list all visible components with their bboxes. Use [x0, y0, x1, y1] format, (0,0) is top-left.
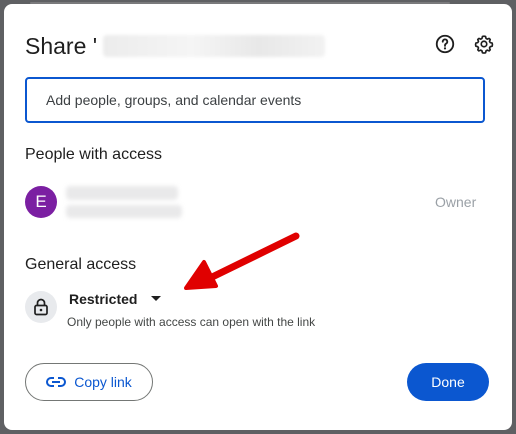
lock-icon [34, 298, 48, 316]
gear-icon [474, 35, 494, 54]
copy-link-label: Copy link [74, 374, 132, 390]
caret-down-icon [151, 296, 162, 302]
avatar: E [25, 186, 57, 218]
general-access-description: Only people with access can open with th… [67, 315, 316, 329]
copy-link-button[interactable]: Copy link [25, 363, 153, 401]
add-people-input[interactable] [25, 77, 485, 123]
red-arrow-annotation [184, 232, 300, 290]
general-access-level: Restricted [69, 291, 138, 307]
redacted-person-info [66, 184, 182, 222]
dialog-title-text: Share ' [25, 32, 98, 59]
general-access-icon-circle [25, 291, 57, 323]
dialog-title: Share ' [25, 30, 326, 62]
help-button[interactable] [431, 30, 459, 58]
redacted-file-name [103, 35, 326, 57]
general-access-dropdown[interactable]: Restricted [69, 288, 162, 310]
settings-button[interactable] [470, 30, 498, 58]
link-icon [46, 377, 67, 387]
share-dialog: Share ' People with access E Owner Gener… [4, 4, 512, 430]
people-with-access-heading: People with access [25, 146, 162, 163]
help-circle-icon [435, 34, 455, 54]
done-button[interactable]: Done [407, 363, 489, 401]
general-access-heading: General access [25, 256, 137, 273]
owner-role-label: Owner [435, 194, 477, 210]
